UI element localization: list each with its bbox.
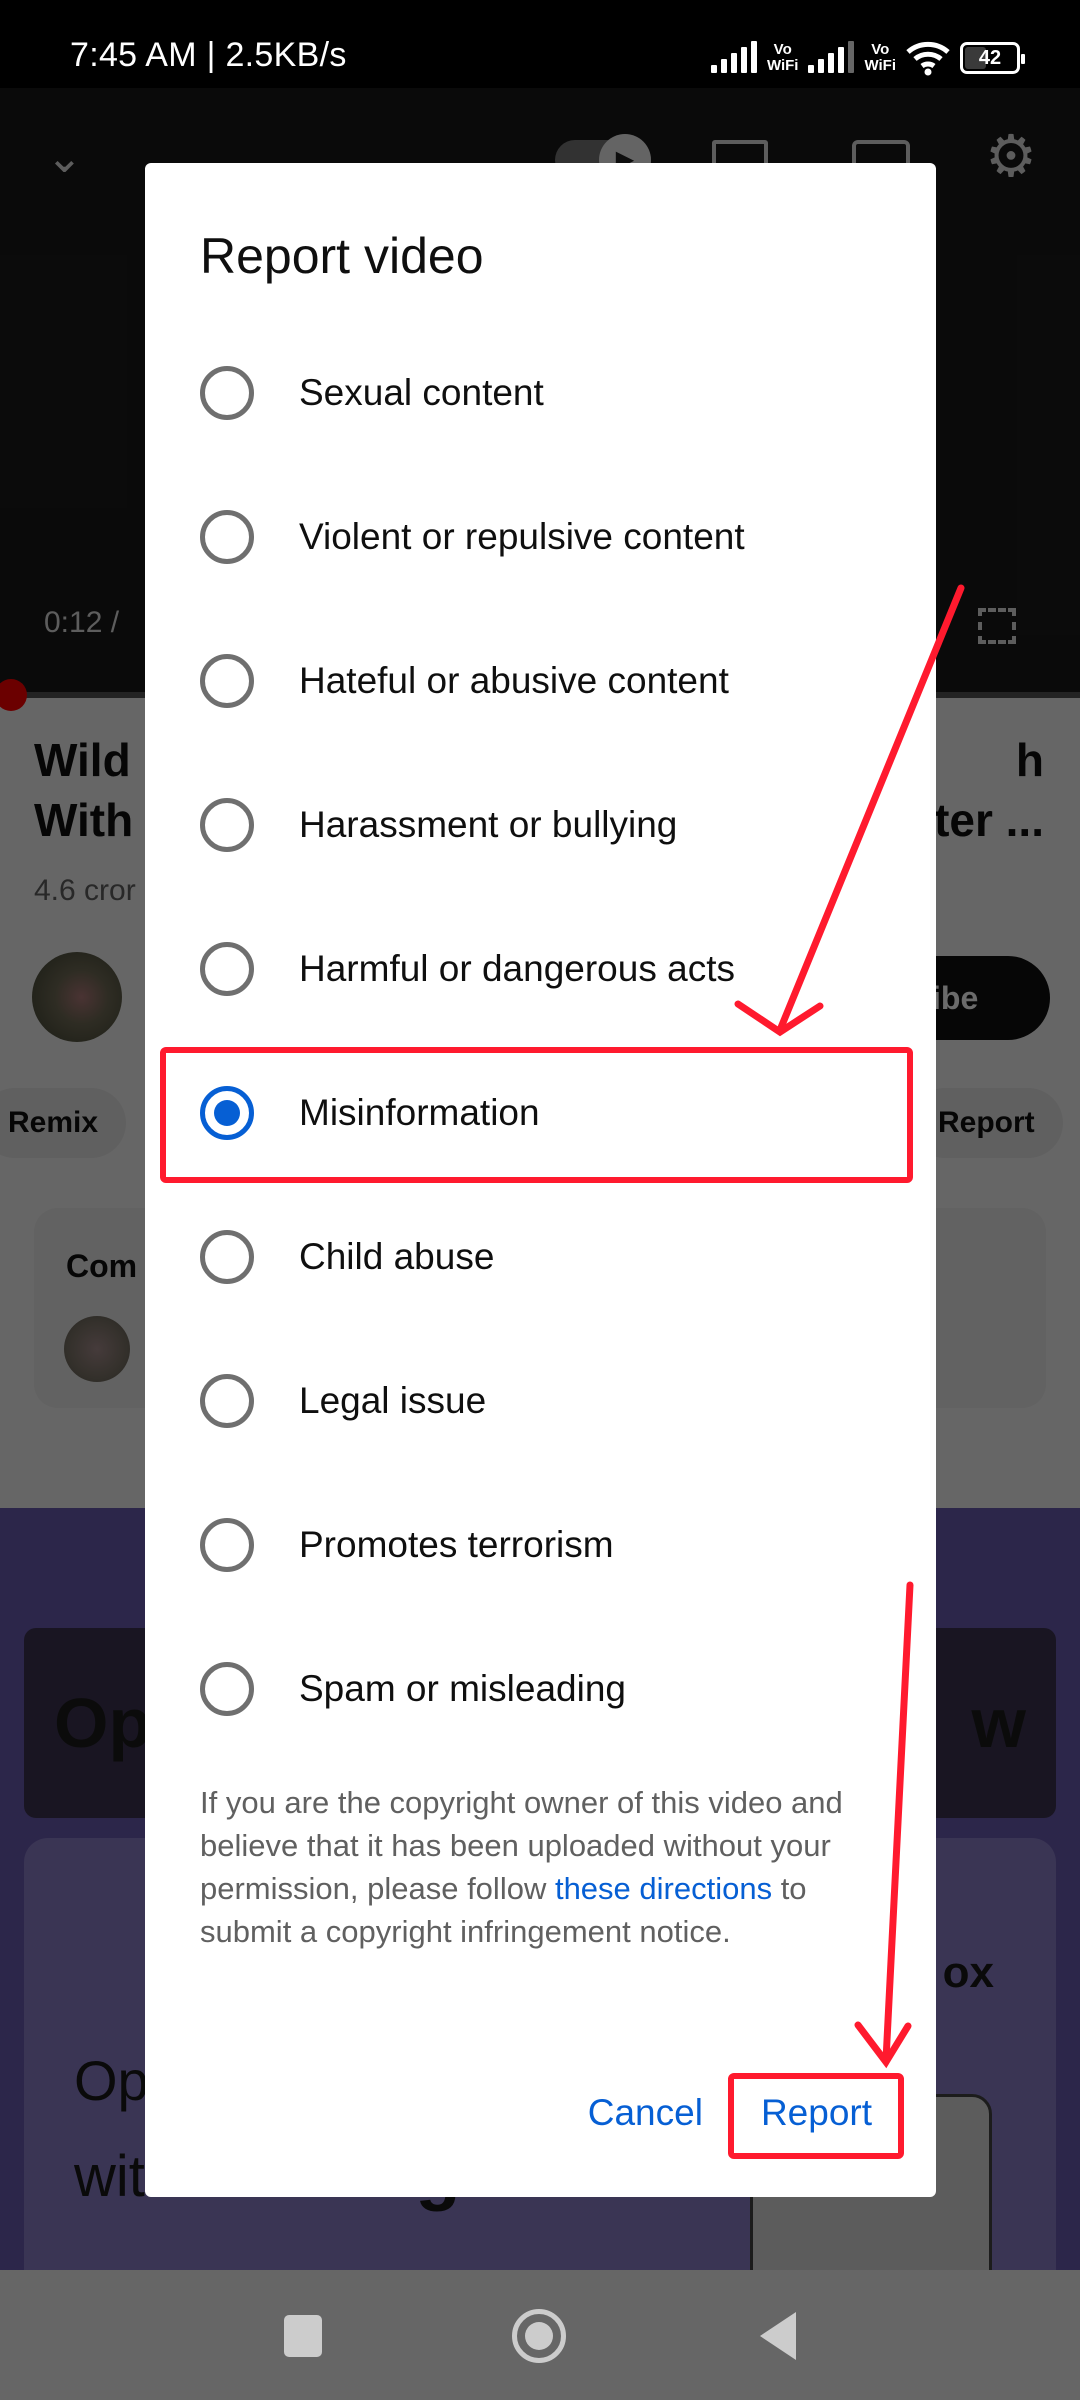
option-label: Hateful or abusive content bbox=[299, 660, 729, 701]
status-time: 7:45 AM | 2.5KB/s bbox=[70, 36, 347, 74]
option-label: Legal issue bbox=[299, 1380, 487, 1421]
vowifi-icon: Vo WiFi bbox=[864, 41, 896, 74]
vowifi-icon: Vo WiFi bbox=[766, 41, 799, 74]
option-label: Sexual content bbox=[299, 372, 544, 413]
option-terrorism[interactable]: Promotes terrorism bbox=[145, 1473, 936, 1617]
back-icon bbox=[760, 2312, 796, 2360]
option-label: Violent or repulsive content bbox=[299, 516, 745, 557]
option-label: Promotes terrorism bbox=[299, 1524, 614, 1565]
option-label: Harassment or bullying bbox=[299, 804, 678, 845]
option-sexual-content[interactable]: Sexual content bbox=[145, 321, 936, 465]
radio-icon[interactable] bbox=[200, 1662, 254, 1716]
battery-level: 42 bbox=[978, 46, 1002, 69]
back-button[interactable] bbox=[748, 2306, 808, 2366]
recents-button[interactable] bbox=[273, 2306, 333, 2366]
home-button[interactable] bbox=[509, 2306, 569, 2366]
radio-icon[interactable] bbox=[200, 942, 254, 996]
copyright-directions-link[interactable]: these directions bbox=[555, 1871, 772, 1906]
radio-icon[interactable] bbox=[200, 1230, 254, 1284]
radio-icon[interactable] bbox=[200, 510, 254, 564]
radio-icon[interactable] bbox=[200, 366, 254, 420]
option-harmful-acts[interactable]: Harmful or dangerous acts bbox=[145, 897, 936, 1041]
radio-icon[interactable] bbox=[200, 654, 254, 708]
signal-icon bbox=[710, 41, 757, 73]
signal-icon bbox=[808, 41, 855, 73]
status-bar: 7:45 AM | 2.5KB/s Vo WiFi Vo WiFi 42 bbox=[0, 0, 1080, 88]
status-icons: Vo WiFi Vo WiFi 42 bbox=[710, 38, 1025, 78]
option-label: Spam or misleading bbox=[299, 1668, 626, 1709]
wifi-icon bbox=[906, 41, 950, 76]
highlight-misinformation bbox=[160, 1047, 913, 1183]
option-legal-issue[interactable]: Legal issue bbox=[145, 1329, 936, 1473]
option-label: Harmful or dangerous acts bbox=[299, 948, 735, 989]
copyright-notice: If you are the copyright owner of this v… bbox=[200, 1781, 890, 1953]
radio-icon[interactable] bbox=[200, 1374, 254, 1428]
cancel-button[interactable]: Cancel bbox=[566, 2068, 725, 2158]
recents-icon bbox=[284, 2315, 322, 2357]
report-reasons: Sexual content Violent or repulsive cont… bbox=[145, 321, 936, 1761]
battery-icon: 42 bbox=[960, 42, 1025, 74]
radio-icon[interactable] bbox=[200, 798, 254, 852]
radio-icon[interactable] bbox=[200, 1518, 254, 1572]
system-nav-bar bbox=[0, 2270, 1080, 2400]
option-spam[interactable]: Spam or misleading bbox=[145, 1617, 936, 1761]
option-label: Child abuse bbox=[299, 1236, 495, 1277]
option-harassment[interactable]: Harassment or bullying bbox=[145, 753, 936, 897]
dialog-title: Report video bbox=[200, 228, 484, 284]
home-icon bbox=[512, 2309, 566, 2363]
option-hateful-content[interactable]: Hateful or abusive content bbox=[145, 609, 936, 753]
highlight-report-button bbox=[728, 2073, 904, 2159]
option-violent-content[interactable]: Violent or repulsive content bbox=[145, 465, 936, 609]
option-child-abuse[interactable]: Child abuse bbox=[145, 1185, 936, 1329]
